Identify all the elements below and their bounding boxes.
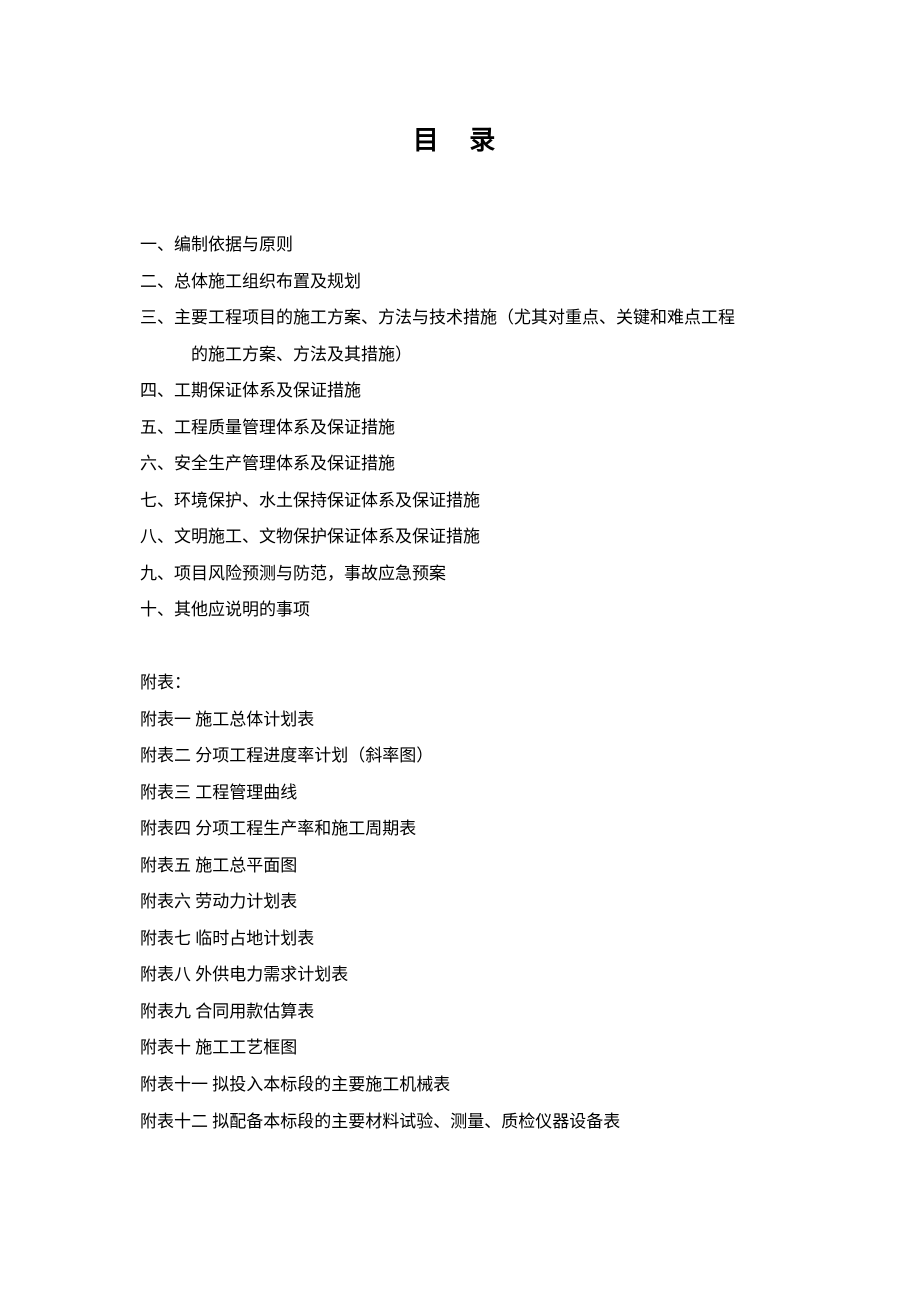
toc-item-8: 八、文明施工、文物保护保证体系及保证措施 [140,519,780,556]
toc-item-3-line2: 的施工方案、方法及其措施） [140,337,780,374]
appendix-item-9: 附表九 合同用款估算表 [140,994,780,1031]
page-title: 目 录 [140,120,780,157]
toc-item-4: 四、工期保证体系及保证措施 [140,373,780,410]
appendix-header: 附表： [140,665,780,702]
section-separator [140,629,780,665]
toc-item-1: 一、编制依据与原则 [140,227,780,264]
appendix-item-1: 附表一 施工总体计划表 [140,702,780,739]
toc-item-7: 七、环境保护、水土保持保证体系及保证措施 [140,483,780,520]
appendix-item-4: 附表四 分项工程生产率和施工周期表 [140,811,780,848]
toc-item-5: 五、工程质量管理体系及保证措施 [140,410,780,447]
appendix-item-7: 附表七 临时占地计划表 [140,921,780,958]
appendix-item-2: 附表二 分项工程进度率计划（斜率图） [140,738,780,775]
appendix-item-11: 附表十一 拟投入本标段的主要施工机械表 [140,1067,780,1104]
toc-item-3-line1: 三、主要工程项目的施工方案、方法与技术措施（尤其对重点、关键和难点工程 [140,300,780,337]
toc-item-2: 二、总体施工组织布置及规划 [140,264,780,301]
toc-item-10: 十、其他应说明的事项 [140,592,780,629]
toc-item-6: 六、安全生产管理体系及保证措施 [140,446,780,483]
toc-item-9: 九、项目风险预测与防范，事故应急预案 [140,556,780,593]
appendix-item-12: 附表十二 拟配备本标段的主要材料试验、测量、质检仪器设备表 [140,1104,780,1141]
appendix-item-10: 附表十 施工工艺框图 [140,1030,780,1067]
appendix-item-6: 附表六 劳动力计划表 [140,884,780,921]
appendix-item-5: 附表五 施工总平面图 [140,848,780,885]
appendix-item-3: 附表三 工程管理曲线 [140,775,780,812]
appendix-item-8: 附表八 外供电力需求计划表 [140,957,780,994]
